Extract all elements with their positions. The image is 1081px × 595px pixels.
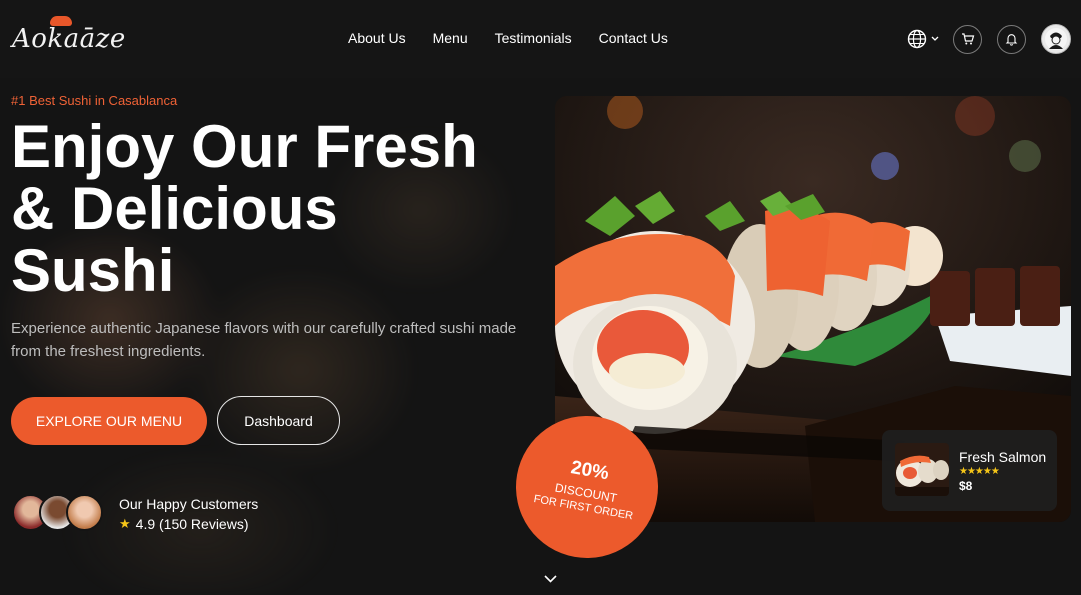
scroll-down-chevron-icon[interactable] — [543, 574, 558, 584]
customer-avatar — [66, 494, 103, 531]
nav-testimonials[interactable]: Testimonials — [495, 30, 572, 46]
customers-title: Our Happy Customers — [119, 496, 259, 512]
product-rating-stars: ★★★★★ — [959, 466, 1000, 477]
cart-button[interactable] — [953, 24, 982, 54]
cart-icon — [961, 33, 974, 45]
chevron-down-icon — [931, 36, 939, 41]
hero-title-line-1: Enjoy Our Fresh — [11, 113, 478, 180]
brand-name: Aokaāze — [12, 24, 126, 54]
top-navbar: Aokaāze About Us Menu Testimonials Conta… — [0, 0, 1081, 78]
product-name: Fresh Salmon — [959, 449, 1047, 465]
rating-text: 4.9 (150 Reviews) — [135, 516, 249, 532]
nav-about-us[interactable]: About Us — [348, 30, 406, 46]
bell-icon — [1005, 34, 1018, 46]
user-avatar[interactable] — [1041, 24, 1071, 54]
main-nav: About Us Menu Testimonials Contact Us — [348, 30, 695, 46]
customer-avatars — [12, 494, 108, 532]
nav-contact-us[interactable]: Contact Us — [599, 30, 668, 46]
nav-menu[interactable]: Menu — [433, 30, 468, 46]
globe-icon — [907, 29, 927, 49]
hero-tagline: #1 Best Sushi in Casablanca — [11, 93, 178, 108]
notifications-button[interactable] — [997, 24, 1026, 54]
product-thumbnail-image — [895, 443, 949, 496]
product-price: $8 — [959, 479, 973, 493]
star-icon: ★ — [119, 516, 131, 531]
hero-title-line-3: Sushi — [11, 237, 175, 304]
product-thumbnail — [895, 443, 949, 496]
user-avatar-icon — [1045, 28, 1067, 50]
dashboard-button[interactable]: Dashboard — [217, 396, 340, 445]
explore-menu-button[interactable]: EXPLORE OUR MENU — [11, 397, 207, 445]
language-selector[interactable] — [907, 29, 939, 49]
customers-rating: ★ 4.9 (150 Reviews) — [119, 516, 248, 532]
hero-subtitle: Experience authentic Japanese flavors wi… — [11, 320, 517, 360]
hero-title: Enjoy Our Fresh & Delicious Sushi — [11, 116, 541, 302]
product-card[interactable]: Fresh Salmon ★★★★★ $8 — [882, 430, 1057, 511]
brand-logo[interactable]: Aokaāze — [12, 16, 125, 64]
discount-percent: 20% — [569, 457, 611, 485]
hero-title-line-2: & Delicious — [11, 175, 338, 242]
header-actions — [907, 24, 1071, 54]
